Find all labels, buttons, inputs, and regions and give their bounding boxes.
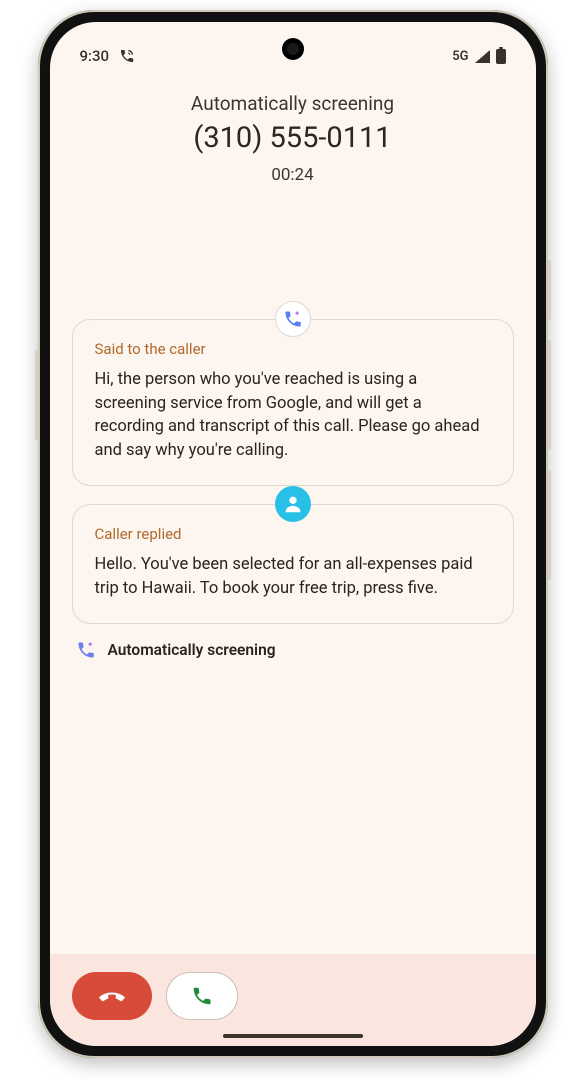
side-button [548,260,551,320]
side-button [548,340,551,450]
hang-up-button[interactable] [72,972,152,1020]
caller-phone-number: (310) 555-0111 [50,121,536,155]
assistant-avatar-icon [275,301,311,337]
status-time: 9:30 [80,47,110,65]
phone-icon [191,985,213,1007]
side-button [35,350,38,440]
caller-replied-body: Hello. You've been selected for an all-e… [95,553,491,601]
network-type-label: 5G [452,49,468,64]
camera-notch [282,38,304,60]
screening-status-row: Automatically screening [50,624,536,670]
status-bar-right: 5G [452,49,505,64]
screening-status-heading: Automatically screening [50,92,536,115]
answer-button[interactable] [166,972,238,1020]
call-header: Automatically screening (310) 555-0111 0… [50,72,536,185]
battery-icon [496,49,506,64]
call-duration-timer: 00:24 [50,165,536,185]
said-to-caller-label: Said to the caller [95,340,491,358]
caller-replied-wrapper: Caller replied Hello. You've been select… [72,504,514,624]
side-button [548,470,551,580]
cellular-signal-icon [475,50,490,63]
status-bar-left: 9:30 [80,47,136,65]
home-indicator[interactable] [223,1034,363,1038]
caller-replied-label: Caller replied [95,525,491,543]
hang-up-icon [98,982,126,1010]
call-action-bar [50,954,536,1046]
phone-active-icon [119,48,135,64]
screening-status-text: Automatically screening [108,641,276,659]
phone-frame: 9:30 5G Automatically screening (310) 55… [38,10,548,1058]
said-to-caller-body: Hi, the person who you've reached is usi… [95,368,491,464]
said-to-caller-card: Said to the caller Hi, the person who yo… [72,319,514,487]
sparkle-phone-icon [76,640,96,660]
caller-avatar-icon [275,486,311,522]
screen: 9:30 5G Automatically screening (310) 55… [50,22,536,1046]
transcript-area: Said to the caller Hi, the person who yo… [50,319,536,625]
